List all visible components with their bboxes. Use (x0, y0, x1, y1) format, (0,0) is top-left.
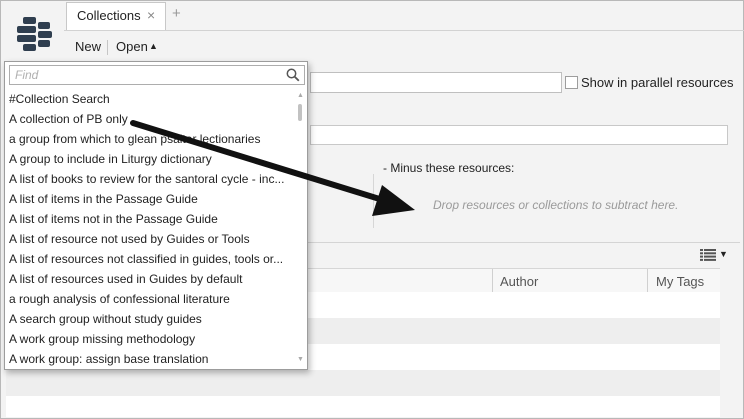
search-icon[interactable] (286, 68, 300, 85)
minus-resources-label: - Minus these resources: (383, 161, 515, 175)
scroll-down-icon[interactable]: ▼ (297, 356, 304, 363)
scroll-up-icon[interactable]: ▲ (297, 92, 304, 99)
parallel-resources-checkbox[interactable] (565, 76, 578, 89)
column-divider (647, 269, 648, 292)
collection-list-item[interactable]: A list of resources used in Guides by de… (5, 269, 295, 289)
collection-list-item[interactable]: a group from which to glean psalter lect… (5, 129, 295, 149)
collection-list-item[interactable]: #Collection Search (5, 89, 295, 109)
collection-list-item[interactable]: A list of items not in the Passage Guide (5, 209, 295, 229)
table-row[interactable] (6, 396, 720, 417)
rule-field[interactable] (310, 125, 728, 145)
chevron-down-icon[interactable]: ▼ (719, 249, 728, 259)
add-tab-icon[interactable]: + (172, 5, 181, 22)
section-divider (373, 174, 374, 228)
collection-list-item[interactable]: a rough analysis of confessional literat… (5, 289, 295, 309)
view-options-icon[interactable] (700, 249, 716, 264)
toolbar-divider (64, 30, 744, 31)
find-input[interactable] (10, 66, 278, 84)
tab-label: Collections (77, 8, 141, 23)
open-button[interactable]: Open (116, 39, 148, 54)
collection-list-item[interactable]: A list of resource not used by Guides or… (5, 229, 295, 249)
parallel-resources-label: Show in parallel resources (581, 75, 734, 90)
collection-list: #Collection Search A collection of PB onl… (5, 89, 295, 369)
column-divider (492, 269, 493, 292)
library-logo-icon[interactable] (14, 14, 56, 54)
collection-list-item[interactable]: A list of items in the Passage Guide (5, 189, 295, 209)
collection-list-item[interactable]: A search group without study guides (5, 309, 295, 329)
collection-list-item[interactable]: A list of books to review for the santor… (5, 169, 295, 189)
column-header-author[interactable]: Author (500, 274, 538, 289)
close-icon[interactable]: × (147, 7, 155, 23)
collection-list-item[interactable]: A collection of PB only (5, 109, 295, 129)
collection-name-field[interactable] (310, 72, 562, 93)
caret-up-icon[interactable]: ▲ (149, 41, 158, 51)
tab-collections[interactable]: Collections × (66, 2, 166, 31)
table-row[interactable] (6, 370, 720, 396)
collection-list-item[interactable]: A work group missing methodology (5, 329, 295, 349)
column-header-my-tags[interactable]: My Tags (656, 274, 704, 289)
new-button[interactable]: New (75, 39, 101, 54)
collection-list-item[interactable]: A work group: assign base translation (5, 349, 295, 369)
toolbar-separator (107, 40, 108, 55)
drop-zone-hint[interactable]: Drop resources or collections to subtrac… (433, 198, 678, 212)
open-collection-dropdown: #Collection SearchA collection of PB onl… (4, 61, 308, 370)
scrollbar-thumb[interactable] (298, 104, 302, 121)
collection-list-item[interactable]: A group to include in Liturgy dictionary (5, 149, 295, 169)
find-box[interactable] (9, 65, 305, 85)
collection-list-item[interactable]: A list of resources not classified in gu… (5, 249, 295, 269)
list-scrollbar[interactable]: ▲ ▼ (294, 90, 306, 367)
